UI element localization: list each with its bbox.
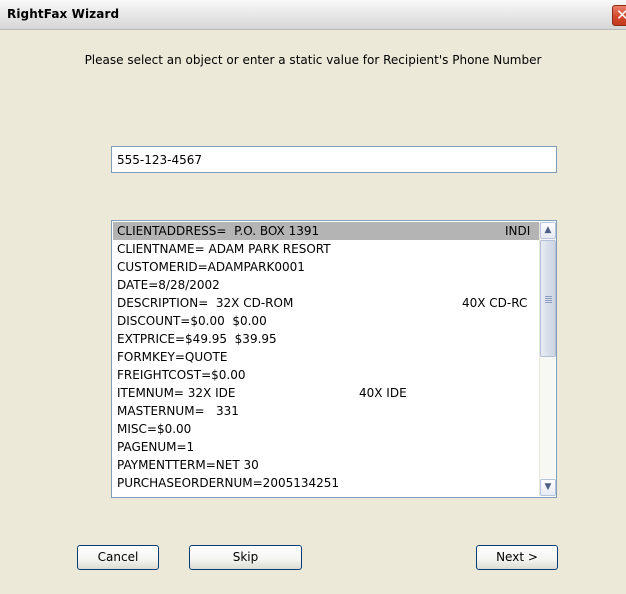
list-item[interactable]: ITEMNUM= 32X IDE 40X IDE [113, 384, 539, 402]
list-item[interactable]: CLIENTADDRESS= P.O. BOX 1391 INDI [113, 222, 539, 240]
scroll-down-button[interactable]: ▼ [540, 479, 556, 496]
list-item[interactable]: DATE=8/28/2002 [113, 276, 539, 294]
list-item[interactable]: CUSTOMERID=ADAMPARK0001 [113, 258, 539, 276]
list-item-label: EXTPRICE=$49.95 $39.95 [117, 332, 277, 346]
list-item-label: ITEMNUM= 32X IDE [117, 386, 236, 400]
scroll-thumb[interactable] [540, 240, 556, 357]
list-item[interactable]: PAGENUM=1 [113, 438, 539, 456]
list-item-label: FREIGHTCOST=$0.00 [117, 368, 246, 382]
static-value-input[interactable] [111, 146, 557, 173]
close-button[interactable]: ✕ [612, 5, 626, 26]
next-button[interactable]: Next > [476, 545, 558, 570]
list-item-label: DATE=8/28/2002 [117, 278, 220, 292]
list-item[interactable]: CLIENTNAME= ADAM PARK RESORT [113, 240, 539, 258]
list-item[interactable]: DESCRIPTION= 32X CD-ROM 40X CD-RC [113, 294, 539, 312]
object-listbox[interactable]: CLIENTADDRESS= P.O. BOX 1391 INDI CLIENTNA… [111, 220, 557, 498]
list-item[interactable]: FREIGHTCOST=$0.00 [113, 366, 539, 384]
close-icon: ✕ [616, 6, 626, 24]
list-item-extra-value: 40X IDE [359, 386, 407, 400]
list-item-label: PAYMENTTERM=NET 30 [117, 458, 259, 472]
list-item-label: PAGENUM=1 [117, 440, 195, 454]
instruction-text: Please select an object or enter a stati… [84, 53, 542, 67]
list-item-label: DESCRIPTION= 32X CD-ROM [117, 296, 294, 310]
object-list: CLIENTADDRESS= P.O. BOX 1391 INDI CLIENTNA… [113, 222, 539, 496]
window-title: RightFax Wizard [7, 7, 120, 21]
list-item[interactable]: MISC=$0.00 [113, 420, 539, 438]
list-item-label: CLIENTNAME= ADAM PARK RESORT [117, 242, 331, 256]
list-item[interactable]: FORMKEY=QUOTE [113, 348, 539, 366]
list-item-label: CLIENTADDRESS= P.O. BOX 1391 [117, 224, 320, 238]
chevron-down-icon: ▼ [544, 482, 552, 492]
title-bar[interactable]: RightFax Wizard ✕ [0, 0, 626, 30]
list-item-label: DISCOUNT=$0.00 $0.00 [117, 314, 267, 328]
grip-icon [545, 296, 552, 304]
list-item-extra-value: INDI [505, 224, 531, 238]
rightfax-wizard-window: RightFax Wizard ✕ Please select an objec… [0, 0, 626, 594]
skip-button[interactable]: Skip [189, 545, 302, 570]
list-item-label: MASTERNUM= 331 [117, 404, 239, 418]
scroll-up-button[interactable]: ▲ [540, 222, 556, 239]
cancel-button[interactable]: Cancel [77, 545, 159, 570]
list-item[interactable]: DISCOUNT=$0.00 $0.00 [113, 312, 539, 330]
list-item-extra-value: 40X CD-RC [462, 296, 528, 310]
chevron-up-icon: ▲ [544, 225, 552, 235]
list-item[interactable]: MASTERNUM= 331 [113, 402, 539, 420]
list-item-label: MISC=$0.00 [117, 422, 192, 436]
list-item[interactable]: PAYMENTTERM=NET 30 [113, 456, 539, 474]
list-item[interactable]: EXTPRICE=$49.95 $39.95 [113, 330, 539, 348]
list-item-label: FORMKEY=QUOTE [117, 350, 228, 364]
vertical-scrollbar[interactable]: ▲ ▼ [539, 222, 556, 496]
list-item[interactable]: PURCHASEORDERNUM=2005134251 [113, 474, 539, 492]
list-item-label: PURCHASEORDERNUM=2005134251 [117, 476, 340, 490]
list-item-label: CUSTOMERID=ADAMPARK0001 [117, 260, 305, 274]
